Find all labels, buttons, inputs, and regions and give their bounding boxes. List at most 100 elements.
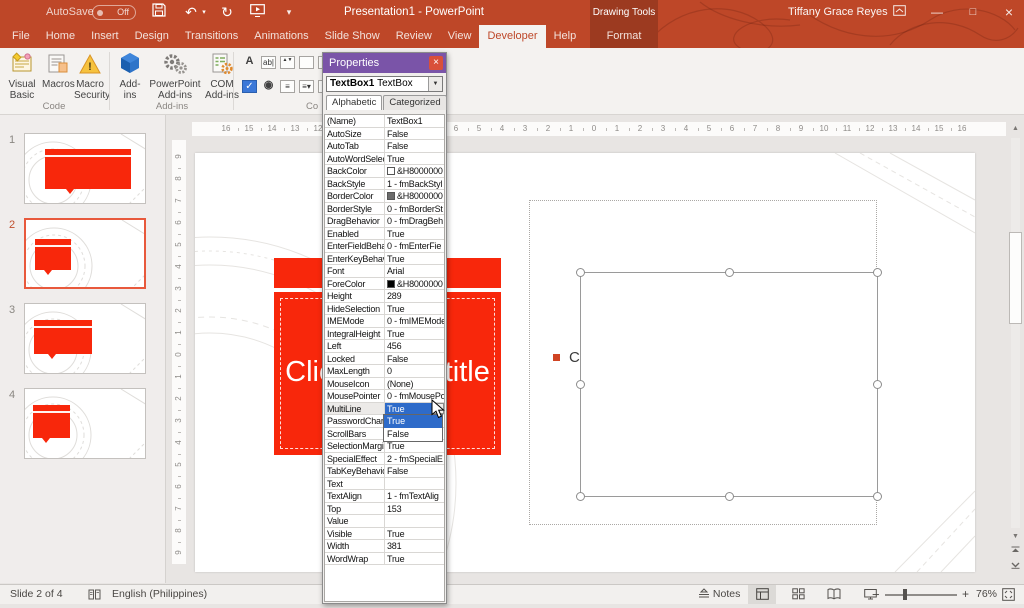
fit-to-window-icon[interactable] xyxy=(1002,588,1015,608)
spell-check-icon[interactable] xyxy=(88,588,101,608)
prop-row-specialeffect[interactable]: SpecialEffect2 - fmSpecialE xyxy=(325,453,444,466)
prop-row-borderstyle[interactable]: BorderStyle0 - fmBorderSt xyxy=(325,203,444,216)
prop-row-left[interactable]: Left456 xyxy=(325,340,444,353)
listbox-control-icon[interactable]: ≡ xyxy=(280,80,295,93)
autosave-toggle[interactable]: Off xyxy=(92,5,136,20)
scrollbar-track[interactable] xyxy=(1011,138,1020,528)
resize-handle-middle-right[interactable] xyxy=(873,380,882,389)
quick-access-customize-icon[interactable]: ▾ xyxy=(278,2,300,23)
properties-window[interactable]: Properties × TextBox1 TextBox ▼ Alphabet… xyxy=(322,52,447,604)
prop-row-value[interactable]: Value xyxy=(325,515,444,528)
prop-row-enterkeybehavior[interactable]: EnterKeyBehaviorTrue xyxy=(325,253,444,266)
prop-row-bordercolor[interactable]: BorderColor&H8000000 xyxy=(325,190,444,203)
slide-thumbnail-3[interactable] xyxy=(24,303,146,374)
zoom-slider-track[interactable] xyxy=(885,594,957,596)
ribbon-tab-help[interactable]: Help xyxy=(546,25,585,48)
add-ins-button[interactable]: Add-ins xyxy=(114,51,146,101)
notes-button[interactable]: Notes xyxy=(698,585,740,604)
prop-row-textalign[interactable]: TextAlign1 - fmTextAlig xyxy=(325,490,444,503)
resize-handle-bottom-right[interactable] xyxy=(873,492,882,501)
prop-row-mousepointer[interactable]: MousePointer0 - fmMousePo xyxy=(325,390,444,403)
prop-row-height[interactable]: Height289 xyxy=(325,290,444,303)
zoom-in-button[interactable]: + xyxy=(962,585,969,604)
resize-handle-middle-left[interactable] xyxy=(576,380,585,389)
visual-basic-button[interactable]: Visual Basic xyxy=(4,51,40,101)
combobox-control-icon[interactable]: ≡▾ xyxy=(299,80,314,93)
prop-row-dragbehavior[interactable]: DragBehavior0 - fmDragBeh xyxy=(325,215,444,228)
language-indicator[interactable]: English (Philippines) xyxy=(112,585,207,604)
ribbon-tab-review[interactable]: Review xyxy=(388,25,440,48)
maximize-icon[interactable]: □ xyxy=(958,0,988,25)
resize-handle-top-right[interactable] xyxy=(873,268,882,277)
prop-row-imemode[interactable]: IMEMode0 - fmIMEMode xyxy=(325,315,444,328)
macros-button[interactable]: Macros xyxy=(42,51,74,90)
macro-security-button[interactable]: ! Macro Security xyxy=(74,51,106,101)
zoom-slider-thumb[interactable] xyxy=(903,589,907,600)
prop-row-enabled[interactable]: EnabledTrue xyxy=(325,228,444,241)
ribbon-tab-view[interactable]: View xyxy=(440,25,480,48)
previous-slide-icon[interactable] xyxy=(1009,546,1022,559)
optionbutton-control-icon[interactable]: ◉ xyxy=(261,80,276,93)
prop-row-integralheight[interactable]: IntegralHeightTrue xyxy=(325,328,444,341)
prop-row-locked[interactable]: LockedFalse xyxy=(325,353,444,366)
start-slideshow-icon[interactable] xyxy=(246,2,268,23)
minimize-icon[interactable]: — xyxy=(922,0,952,25)
prop-row-autowordselect[interactable]: AutoWordSelectTrue xyxy=(325,153,444,166)
slideshow-view-button[interactable] xyxy=(856,585,884,604)
popup-option-false[interactable]: False xyxy=(384,428,442,441)
checkbox-control-icon[interactable]: ✓ xyxy=(242,80,257,93)
redo-icon[interactable]: ↻ xyxy=(216,2,238,23)
undo-dropdown-icon[interactable]: ▾ xyxy=(199,2,209,23)
prop-row-hideselection[interactable]: HideSelectionTrue xyxy=(325,303,444,316)
user-name[interactable]: Tiffany Grace Reyes xyxy=(788,0,888,25)
next-slide-icon[interactable] xyxy=(1009,560,1022,573)
powerpoint-add-ins-button[interactable]: PowerPoint Add-ins xyxy=(148,51,202,101)
vertical-ruler[interactable]: 9876543210123456789 xyxy=(172,140,186,564)
slide-sorter-view-button[interactable] xyxy=(784,585,812,604)
slide-thumbnail-4[interactable] xyxy=(24,388,146,459)
slide-canvas[interactable]: Click to add title Click to add text xyxy=(195,153,975,572)
activex-textbox-control[interactable] xyxy=(580,272,878,497)
prop-row-tabkeybehavior[interactable]: TabKeyBehaviorFalse xyxy=(325,465,444,478)
ribbon-tab-insert[interactable]: Insert xyxy=(83,25,127,48)
ribbon-tab-slide-show[interactable]: Slide Show xyxy=(317,25,388,48)
prop-row-mouseicon[interactable]: MouseIcon(None) xyxy=(325,378,444,391)
ribbon-tab-transitions[interactable]: Transitions xyxy=(177,25,246,48)
scrollbar-thumb[interactable] xyxy=(1009,232,1022,324)
property-grid[interactable]: (Name)TextBox1AutoSizeFalseAutoTabFalseA… xyxy=(324,114,445,602)
prop-row-enterfieldbehavior[interactable]: EnterFieldBehavior0 - fmEnterFie xyxy=(325,240,444,253)
prop-row-backcolor[interactable]: BackColor&H8000000 xyxy=(325,165,444,178)
tab-categorized[interactable]: Categorized xyxy=(383,95,446,110)
save-icon[interactable] xyxy=(148,2,170,23)
ribbon-tab-design[interactable]: Design xyxy=(127,25,177,48)
properties-window-titlebar[interactable]: Properties × xyxy=(323,53,446,73)
ribbon-tab-animations[interactable]: Animations xyxy=(246,25,316,48)
resize-handle-bottom-left[interactable] xyxy=(576,492,585,501)
prop-row-name[interactable]: (Name)TextBox1 xyxy=(325,115,444,128)
slide-indicator[interactable]: Slide 2 of 4 xyxy=(10,585,63,604)
ribbon-tab-format[interactable]: Format xyxy=(590,25,658,48)
slide-thumbnail-2[interactable] xyxy=(24,218,146,289)
prop-row-backstyle[interactable]: BackStyle1 - fmBackStyl xyxy=(325,178,444,191)
reading-view-button[interactable] xyxy=(820,585,848,604)
prop-row-visible[interactable]: VisibleTrue xyxy=(325,528,444,541)
prop-row-font[interactable]: FontArial xyxy=(325,265,444,278)
zoom-level[interactable]: 76% xyxy=(976,585,997,604)
ribbon-tab-home[interactable]: Home xyxy=(38,25,83,48)
properties-close-icon[interactable]: × xyxy=(429,56,443,70)
prop-row-wordwrap[interactable]: WordWrapTrue xyxy=(325,553,444,566)
slide-thumbnail-panel[interactable]: 1234 xyxy=(0,115,166,583)
commandbutton-control-icon[interactable] xyxy=(299,56,314,69)
prop-row-text[interactable]: Text xyxy=(325,478,444,491)
prop-row-forecolor[interactable]: ForeColor&H8000000 xyxy=(325,278,444,291)
ribbon-tab-file[interactable]: File xyxy=(4,25,38,48)
prop-row-autosize[interactable]: AutoSizeFalse xyxy=(325,128,444,141)
resize-handle-top-center[interactable] xyxy=(725,268,734,277)
resize-handle-bottom-center[interactable] xyxy=(725,492,734,501)
ribbon-display-options-icon[interactable] xyxy=(884,0,914,25)
resize-handle-top-left[interactable] xyxy=(576,268,585,277)
prop-row-top[interactable]: Top153 xyxy=(325,503,444,516)
scroll-up-icon[interactable]: ▲ xyxy=(1009,122,1022,135)
tab-alphabetic[interactable]: Alphabetic xyxy=(326,95,382,110)
prop-row-width[interactable]: Width381 xyxy=(325,540,444,553)
